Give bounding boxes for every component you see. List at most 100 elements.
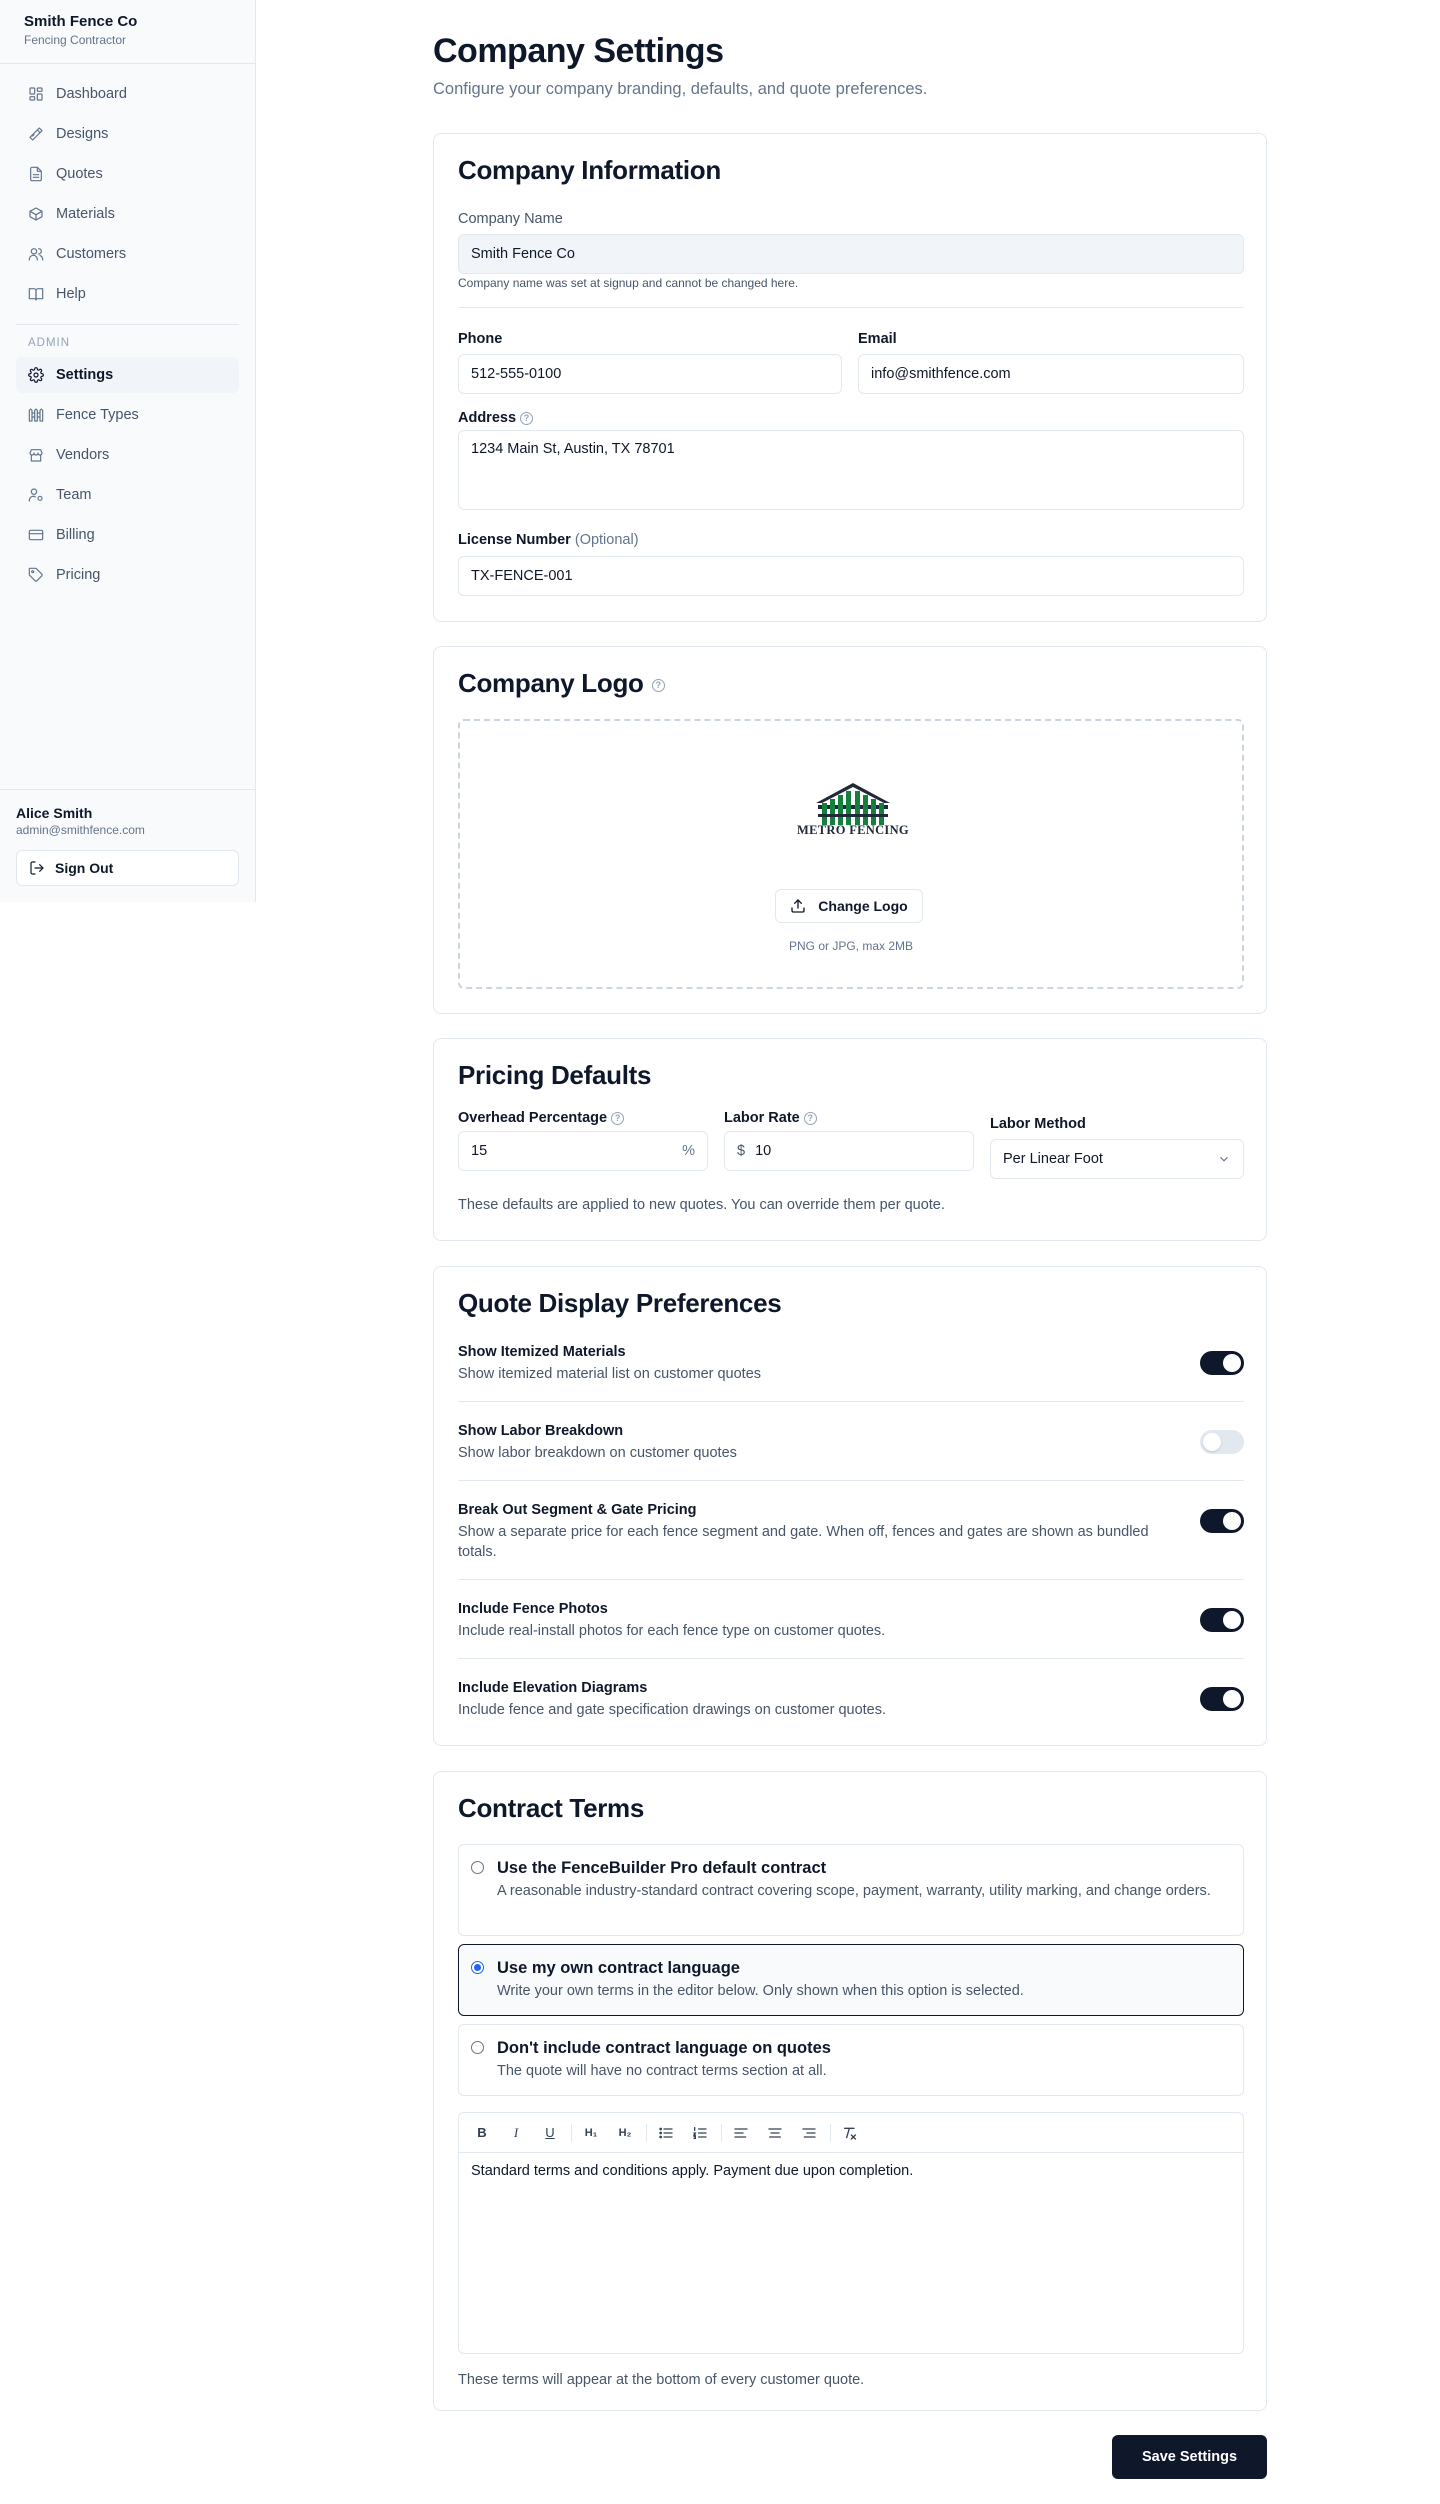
bullet-list-button[interactable] xyxy=(653,2120,679,2146)
pref-description: Show itemized material list on customer … xyxy=(458,1366,762,1382)
sidebar: Smith Fence Co Fencing Contractor Dashbo… xyxy=(0,0,256,902)
email-field[interactable]: info@smithfence.com xyxy=(858,354,1244,394)
company-info-title: Company Information xyxy=(458,155,721,185)
license-label-text: License Number xyxy=(458,532,571,548)
sidebar-item-pricing[interactable]: Pricing xyxy=(16,557,239,593)
sidebar-item-vendors[interactable]: Vendors xyxy=(16,437,239,473)
italic-button[interactable]: I xyxy=(503,2120,529,2146)
sidebar-item-dashboard[interactable]: Dashboard xyxy=(16,76,239,112)
sidebar-item-label: Quotes xyxy=(56,166,103,182)
bullet-list-icon xyxy=(659,2127,673,2138)
gear-icon xyxy=(28,367,44,383)
align-left-button[interactable] xyxy=(728,2120,754,2146)
option-title: Use my own contract language xyxy=(497,1959,740,1977)
align-center-button[interactable] xyxy=(762,2120,788,2146)
radio-button[interactable] xyxy=(471,2041,484,2054)
labor-method-select[interactable]: Per Linear Foot xyxy=(990,1139,1244,1179)
company-name-field: Smith Fence Co xyxy=(458,234,1244,274)
company-info-card: Company Information Company Name Smith F… xyxy=(433,133,1267,622)
company-logo-image: METRO FENCING xyxy=(796,781,910,843)
elevation-diagrams-toggle[interactable] xyxy=(1200,1687,1244,1711)
sidebar-item-fence-types[interactable]: Fence Types xyxy=(16,397,239,433)
contract-hint: These terms will appear at the bottom of… xyxy=(458,2372,865,2388)
help-icon[interactable]: ? xyxy=(803,1111,817,1125)
divider xyxy=(458,1579,1244,1580)
divider xyxy=(458,307,1244,308)
company-name-label: Company Name xyxy=(458,211,563,227)
license-field[interactable]: TX-FENCE-001 xyxy=(458,556,1244,596)
pref-fence-photos: Include Fence Photos Include real-instal… xyxy=(458,1600,1244,1650)
heading1-button[interactable]: H₁ xyxy=(578,2120,604,2146)
company-name-hint: Company name was set at signup and canno… xyxy=(458,276,799,290)
sidebar-item-label: Materials xyxy=(56,206,115,222)
sidebar-item-help[interactable]: Help xyxy=(16,276,239,312)
divider xyxy=(458,1480,1244,1481)
pref-description: Include fence and gate specification dra… xyxy=(458,1702,887,1718)
sidebar-item-team[interactable]: Team xyxy=(16,477,239,513)
overhead-input[interactable]: 15 % xyxy=(458,1131,708,1171)
pref-title: Show Itemized Materials xyxy=(458,1344,626,1360)
pricing-hint: These defaults are applied to new quotes… xyxy=(458,1197,945,1213)
save-settings-button[interactable]: Save Settings xyxy=(1112,2435,1267,2479)
logo-dropzone[interactable]: METRO FENCING Change Logo PNG or JPG, ma… xyxy=(458,719,1244,989)
sign-out-button[interactable]: Sign Out xyxy=(16,850,239,886)
company-logo-card: Company Logo? METRO FENCING Change Logo … xyxy=(433,646,1267,1014)
clear-format-button[interactable] xyxy=(837,2120,863,2146)
pref-labor-breakdown: Show Labor Breakdown Show labor breakdow… xyxy=(458,1422,1244,1472)
toolbar-separator xyxy=(721,2123,722,2142)
license-label: License Number (Optional) xyxy=(458,531,639,549)
percent-suffix: % xyxy=(682,1143,695,1159)
chevron-down-icon xyxy=(1220,1156,1228,1162)
company-type: Fencing Contractor xyxy=(24,33,127,47)
sidebar-item-quotes[interactable]: Quotes xyxy=(16,156,239,192)
address-field[interactable]: 1234 Main St, Austin, TX 78701 xyxy=(458,430,1244,510)
contract-option-none[interactable]: Don't include contract language on quote… xyxy=(458,2024,1244,2096)
bold-button[interactable]: B xyxy=(469,2120,495,2146)
dollar-prefix: $ xyxy=(737,1143,746,1159)
grid-icon xyxy=(29,87,43,101)
change-logo-button[interactable]: Change Logo xyxy=(775,889,923,923)
sidebar-item-designs[interactable]: Designs xyxy=(16,116,239,152)
company-name: Smith Fence Co xyxy=(24,13,138,30)
fence-photos-toggle[interactable] xyxy=(1200,1608,1244,1632)
sidebar-item-materials[interactable]: Materials xyxy=(16,196,239,232)
phone-field[interactable]: 512-555-0100 xyxy=(458,354,842,394)
quote-display-title: Quote Display Preferences xyxy=(458,1288,782,1318)
align-center-icon xyxy=(768,2127,782,2138)
sidebar-item-label: Pricing xyxy=(56,567,101,583)
heading2-button[interactable]: H₂ xyxy=(612,2120,638,2146)
sidebar-item-label: Billing xyxy=(56,527,95,543)
labor-breakdown-toggle[interactable] xyxy=(1200,1430,1244,1454)
users-icon xyxy=(28,248,44,261)
contract-terms-title: Contract Terms xyxy=(458,1793,645,1823)
sidebar-item-customers[interactable]: Customers xyxy=(16,236,239,272)
numbered-list-button[interactable] xyxy=(687,2120,713,2146)
itemized-materials-toggle[interactable] xyxy=(1200,1351,1244,1375)
contract-option-custom[interactable]: Use my own contract language Write your … xyxy=(458,1944,1244,2016)
align-right-button[interactable] xyxy=(796,2120,822,2146)
editor-toolbar: B I U H₁ H₂ xyxy=(459,2113,1243,2153)
radio-button-selected[interactable] xyxy=(471,1961,484,1974)
help-icon[interactable]: ? xyxy=(520,411,534,425)
page-title: Company Settings xyxy=(433,32,724,70)
segment-gate-pricing-toggle[interactable] xyxy=(1200,1509,1244,1533)
tag-icon xyxy=(28,567,43,582)
email-label: Email xyxy=(858,331,897,347)
contract-terms-card: Contract Terms Use the FenceBuilder Pro … xyxy=(433,1771,1267,2411)
help-icon[interactable]: ? xyxy=(611,1111,625,1125)
page-subtitle: Configure your company branding, default… xyxy=(433,80,928,98)
contract-editor-body[interactable]: Standard terms and conditions apply. Pay… xyxy=(459,2153,1243,2353)
sidebar-item-settings[interactable]: Settings xyxy=(16,357,239,393)
user-cog-icon xyxy=(28,488,43,502)
labor-rate-input[interactable]: $ 10 xyxy=(724,1131,974,1171)
help-icon[interactable]: ? xyxy=(651,678,665,692)
sidebar-item-label: Help xyxy=(56,286,86,302)
underline-button[interactable]: U xyxy=(537,2120,563,2146)
fence-icon xyxy=(28,408,44,422)
contract-option-default[interactable]: Use the FenceBuilder Pro default contrac… xyxy=(458,1844,1244,1936)
option-description: A reasonable industry-standard contract … xyxy=(497,1883,1211,1899)
sidebar-item-billing[interactable]: Billing xyxy=(16,517,239,553)
radio-button[interactable] xyxy=(471,1861,484,1874)
sidebar-item-label: Fence Types xyxy=(56,407,139,423)
book-icon xyxy=(28,288,44,301)
